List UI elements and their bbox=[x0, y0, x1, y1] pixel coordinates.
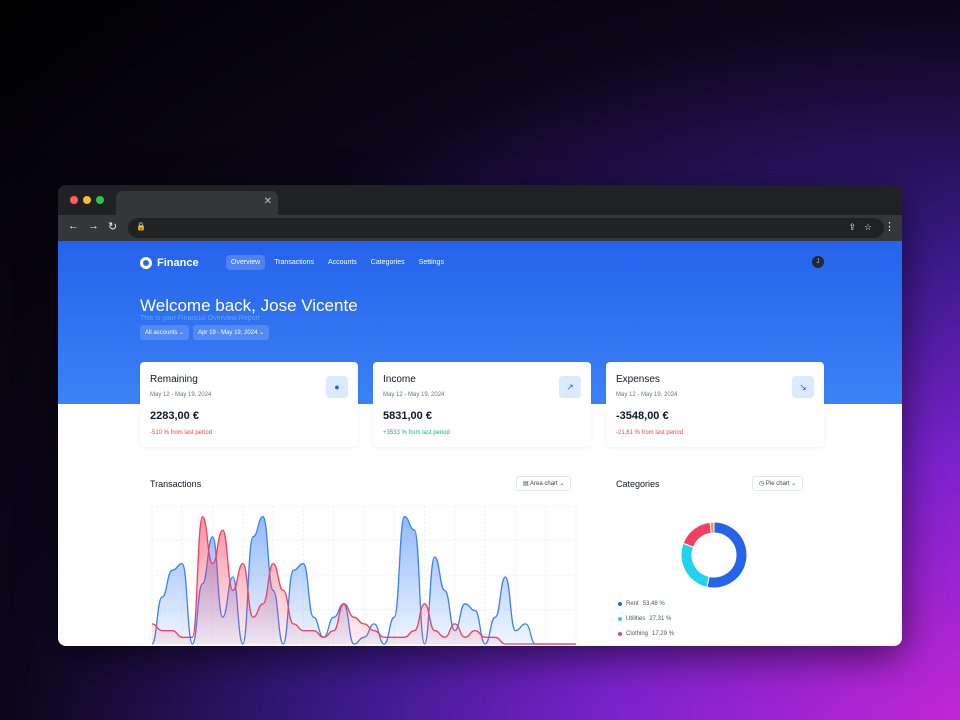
nav-overview[interactable]: Overview bbox=[226, 255, 266, 270]
legend-percent: 17,29 % bbox=[652, 631, 675, 637]
pie-chart-icon: ◷ bbox=[759, 481, 765, 487]
address-bar[interactable]: 🔒 ⇪ ☆ bbox=[128, 218, 884, 238]
transactions-title: Transactions bbox=[150, 479, 202, 489]
legend-dot bbox=[618, 632, 622, 636]
card-change: +3533 % from last period bbox=[383, 430, 450, 436]
nav-accounts[interactable]: Accounts bbox=[323, 255, 362, 270]
income-card: Income May 12 - May 19, 2024 5831,00 € +… bbox=[373, 362, 591, 447]
main-nav: Overview Transactions Accounts Categorie… bbox=[226, 255, 449, 270]
legend-label: Utilities bbox=[626, 616, 646, 622]
lock-icon: 🔒 bbox=[136, 222, 146, 231]
menu-icon[interactable]: ⋮ bbox=[884, 220, 895, 233]
donut-slice-1 bbox=[680, 542, 710, 588]
card-value: 5831,00 € bbox=[383, 410, 432, 422]
nav-settings[interactable]: Settings bbox=[414, 255, 449, 270]
share-icon[interactable]: ⇪ bbox=[848, 222, 856, 233]
welcome-subtitle: This is your Financial Overview Report bbox=[140, 315, 260, 322]
finance-page: Finance Overview Transactions Accounts C… bbox=[58, 241, 902, 646]
tab-bar: ✕ bbox=[58, 185, 902, 215]
browser-window: ✕ ← → ↻ 🔒 ⇪ ☆ ⋮ Finance Overview Transac… bbox=[58, 185, 902, 646]
welcome-title: Welcome back, Jose Vicente bbox=[140, 296, 358, 315]
reload-icon[interactable]: ↻ bbox=[108, 220, 117, 233]
close-window-button[interactable] bbox=[70, 196, 78, 204]
account-filter-label: All accounts bbox=[145, 330, 178, 336]
date-filter-label: Apr 19 - May 19, 2024 bbox=[198, 330, 258, 336]
card-value: -3548,00 € bbox=[616, 410, 669, 422]
expenses-card: Expenses May 12 - May 19, 2024 -3548,00 … bbox=[606, 362, 824, 447]
trending-up-icon: ↗ bbox=[559, 376, 581, 398]
trending-down-icon: ↘ bbox=[792, 376, 814, 398]
legend-percent: 53,48 % bbox=[642, 601, 665, 607]
user-avatar[interactable]: J bbox=[812, 256, 824, 268]
donut-slice-2 bbox=[682, 521, 712, 548]
card-title: Expenses bbox=[616, 374, 660, 385]
remaining-card: Remaining May 12 - May 19, 2024 2283,00 … bbox=[140, 362, 358, 447]
area-chart-select[interactable]: ▤ Area chart ⌄ bbox=[516, 476, 572, 491]
piggy-bank-icon: ● bbox=[326, 376, 348, 398]
categories-legend: Rent 53,48 % Utilities 27,31 % Clothing … bbox=[618, 601, 674, 646]
maximize-window-button[interactable] bbox=[96, 196, 104, 204]
pie-chart-select-label: Pie chart bbox=[765, 481, 790, 487]
legend-label: Clothing bbox=[626, 631, 649, 637]
legend-label: Rent bbox=[626, 601, 639, 607]
card-date: May 12 - May 19, 2024 bbox=[150, 392, 212, 398]
card-change: -21,61 % from last period bbox=[616, 430, 684, 436]
card-title: Remaining bbox=[150, 374, 198, 385]
logo-icon bbox=[140, 257, 152, 269]
legend-item: Utilities 27,31 % bbox=[618, 616, 674, 622]
card-date: May 12 - May 19, 2024 bbox=[383, 392, 445, 398]
transactions-area-chart bbox=[151, 505, 577, 645]
card-date: May 12 - May 19, 2024 bbox=[616, 392, 678, 398]
filter-bar: All accounts ⌄ Apr 19 - May 19, 2024 ⌄ bbox=[140, 325, 270, 340]
bookmark-star-icon[interactable]: ☆ bbox=[864, 222, 872, 233]
date-filter-select[interactable]: Apr 19 - May 19, 2024 ⌄ bbox=[193, 325, 270, 340]
forward-icon[interactable]: → bbox=[88, 220, 99, 232]
legend-percent: 27,31 % bbox=[649, 616, 672, 622]
chart-icon: ▤ bbox=[523, 481, 529, 487]
card-change: -510 % from last period bbox=[150, 430, 213, 436]
nav-transactions[interactable]: Transactions bbox=[269, 255, 319, 270]
card-title: Income bbox=[383, 374, 416, 385]
legend-dot bbox=[618, 602, 622, 606]
back-icon[interactable]: ← bbox=[68, 220, 79, 232]
legend-dot bbox=[618, 617, 622, 621]
minimize-window-button[interactable] bbox=[83, 196, 91, 204]
nav-categories[interactable]: Categories bbox=[366, 255, 410, 270]
legend-item: Rent 53,48 % bbox=[618, 601, 674, 607]
close-tab-icon[interactable]: ✕ bbox=[264, 196, 272, 207]
brand-logo[interactable]: Finance bbox=[140, 257, 199, 269]
legend-item: Clothing 17,29 % bbox=[618, 631, 674, 637]
browser-toolbar: ← → ↻ 🔒 ⇪ ☆ ⋮ bbox=[58, 215, 902, 241]
browser-tab[interactable]: ✕ bbox=[116, 191, 278, 215]
categories-title: Categories bbox=[616, 479, 660, 489]
categories-donut-chart bbox=[680, 521, 748, 589]
account-filter-select[interactable]: All accounts ⌄ bbox=[140, 325, 190, 340]
card-value: 2283,00 € bbox=[150, 410, 199, 422]
brand-name: Finance bbox=[157, 257, 199, 269]
area-chart-select-label: Area chart bbox=[530, 481, 558, 487]
pie-chart-select[interactable]: ◷ Pie chart ⌄ bbox=[752, 476, 804, 491]
